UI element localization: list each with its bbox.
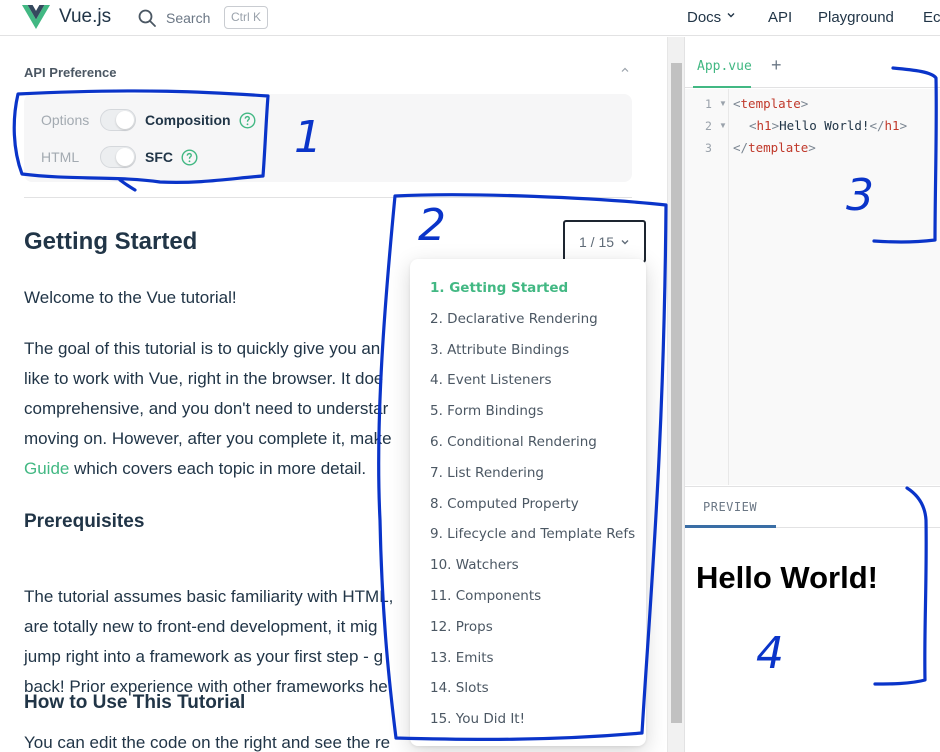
step-item[interactable]: 4. Event Listeners — [410, 365, 646, 396]
text-line: Guide which covers each topic in more de… — [24, 454, 424, 484]
how-to-paragraph: You can edit the code on the right and s… — [24, 733, 391, 752]
tab-app-vue[interactable]: App.vue — [697, 59, 752, 74]
step-item[interactable]: 14. Slots — [410, 673, 646, 704]
intro-paragraph: Welcome to the Vue tutorial! — [24, 288, 237, 307]
line-number: 1 — [705, 97, 712, 111]
nav-ecosystem[interactable]: Ec — [923, 9, 940, 26]
step-item[interactable]: 7. List Rendering — [410, 458, 646, 489]
text-line: like to work with Vue, right in the brow… — [24, 369, 384, 388]
nav-docs[interactable]: Docs — [687, 9, 735, 26]
step-item[interactable]: 8. Computed Property — [410, 489, 646, 520]
how-to-heading: How to Use This Tutorial — [24, 692, 246, 713]
top-nav: Vue.js Search Ctrl K Docs API Playground… — [0, 0, 940, 36]
chevron-down-icon — [727, 13, 735, 18]
preview-tab-bar: PREVIEW — [685, 486, 940, 528]
step-item[interactable]: 5. Form Bindings — [410, 396, 646, 427]
add-file-button[interactable]: + — [771, 55, 782, 76]
step-item[interactable]: 3. Attribute Bindings — [410, 335, 646, 366]
nav-docs-label: Docs — [687, 9, 722, 26]
prerequisites-paragraph: The tutorial assumes basic familiarity w… — [24, 582, 424, 702]
step-item[interactable]: 15. You Did It! — [410, 704, 646, 735]
options-label[interactable]: Options — [41, 112, 100, 128]
divider — [24, 197, 632, 198]
brand-name[interactable]: Vue.js — [59, 6, 111, 28]
goal-paragraph: The goal of this tutorial is to quickly … — [24, 334, 424, 484]
annotation-number: 1 — [294, 112, 322, 163]
preview-heading: Hello World! — [696, 560, 878, 595]
text-line: comprehensive, and you don't need to und… — [24, 399, 389, 418]
api-preference-box: Options Composition HTML SFC — [24, 94, 632, 182]
search-button[interactable]: Search — [166, 10, 210, 26]
api-style-toggle[interactable] — [100, 109, 136, 131]
help-icon[interactable] — [181, 148, 198, 166]
help-icon[interactable] — [239, 111, 256, 129]
code-editor[interactable]: 1 ▼ 2 ▼ 3 <template> <h1>Hello World!</h… — [685, 89, 940, 485]
annotation-number: 4 — [756, 628, 784, 679]
search-icon[interactable] — [137, 8, 157, 28]
chevron-down-icon — [621, 239, 629, 244]
code-line: <template> — [733, 96, 809, 111]
text-line: are totally new to front-end development… — [24, 617, 378, 636]
step-item[interactable]: 12. Props — [410, 612, 646, 643]
text-line: jump right into a framework as your firs… — [24, 647, 384, 666]
scrollbar[interactable] — [667, 37, 684, 752]
composition-label[interactable]: Composition — [145, 112, 231, 128]
active-tab-indicator — [693, 86, 751, 88]
vue-logo-icon[interactable] — [22, 5, 50, 29]
prerequisites-heading: Prerequisites — [24, 511, 145, 532]
api-style-switch-row: Options Composition — [41, 109, 256, 131]
text-line: The goal of this tutorial is to quickly … — [24, 339, 381, 358]
html-label[interactable]: HTML — [41, 149, 100, 165]
step-item[interactable]: 1. Getting Started — [410, 273, 646, 304]
step-item[interactable]: 2. Declarative Rendering — [410, 304, 646, 335]
toggle-knob — [116, 111, 134, 129]
code-line: </template> — [733, 140, 816, 155]
step-item[interactable]: 13. Emits — [410, 643, 646, 674]
line-number: 2 — [705, 119, 712, 133]
step-dropdown-menu: 1. Getting Started 2. Declarative Render… — [410, 259, 646, 746]
step-selector-button[interactable]: 1 / 15 — [563, 220, 646, 263]
search-shortcut-badge: Ctrl K — [224, 6, 268, 29]
annotation-number: 2 — [418, 200, 446, 251]
nav-playground[interactable]: Playground — [818, 9, 894, 26]
text-line: moving on. However, after you complete i… — [24, 429, 392, 448]
step-item[interactable]: 10. Watchers — [410, 550, 646, 581]
api-preference-header[interactable]: API Preference — [24, 65, 117, 80]
chevron-up-icon[interactable] — [620, 66, 630, 74]
active-tab-indicator — [685, 525, 776, 528]
editor-tab-bar: App.vue + — [685, 48, 940, 88]
annotation-number: 3 — [846, 170, 874, 221]
guide-link[interactable]: Guide — [24, 459, 69, 478]
toggle-knob — [116, 148, 134, 166]
step-indicator: 1 / 15 — [578, 233, 615, 250]
scrollbar-thumb[interactable] — [671, 63, 682, 723]
fold-chevron-icon[interactable]: ▼ — [719, 121, 727, 130]
playground-panel: App.vue + 1 ▼ 2 ▼ 3 <template> <h1>Hello… — [684, 37, 940, 752]
text-span: which covers each topic in more detail. — [69, 459, 367, 478]
code-line: <h1>Hello World!</h1> — [749, 118, 908, 133]
file-format-toggle[interactable] — [100, 146, 136, 168]
step-item[interactable]: 11. Components — [410, 581, 646, 612]
step-item[interactable]: 9. Lifecycle and Template Refs — [410, 519, 646, 550]
nav-api[interactable]: API — [768, 9, 792, 26]
text-line: The tutorial assumes basic familiarity w… — [24, 587, 394, 606]
file-format-switch-row: HTML SFC — [41, 146, 198, 168]
step-item[interactable]: 6. Conditional Rendering — [410, 427, 646, 458]
sfc-label[interactable]: SFC — [145, 149, 173, 165]
line-number: 3 — [705, 141, 712, 155]
fold-chevron-icon[interactable]: ▼ — [719, 99, 727, 108]
page-title: Getting Started — [24, 228, 198, 255]
line-gutter: 1 ▼ 2 ▼ 3 — [685, 89, 729, 485]
tab-preview[interactable]: PREVIEW — [703, 500, 757, 514]
